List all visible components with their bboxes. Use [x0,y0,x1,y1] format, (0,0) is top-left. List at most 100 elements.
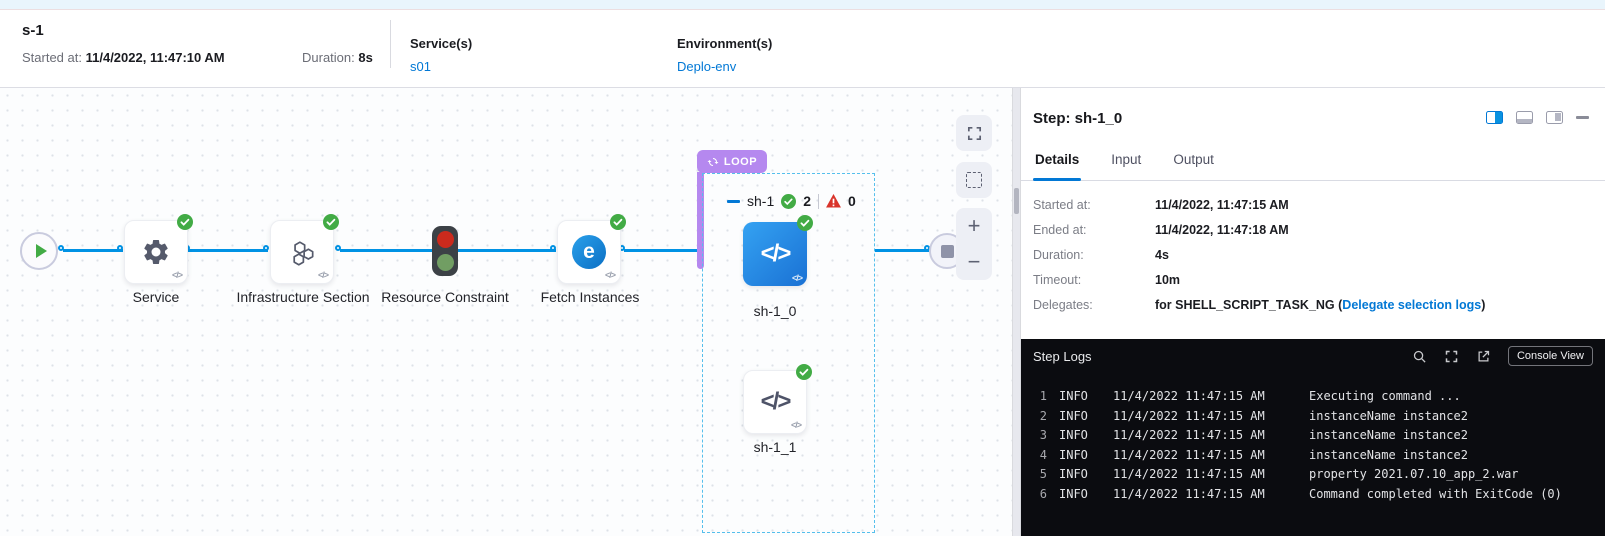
gear-icon [141,237,171,267]
step-details-list: Started at: 11/4/2022, 11:47:15 AM Ended… [1021,181,1605,339]
success-check-icon [610,214,626,230]
loop-badge-label: LOOP [724,156,757,168]
detail-row: Duration: 4s [1033,248,1591,262]
play-icon [36,244,47,258]
header-divider [390,20,391,68]
right-view-icon[interactable] [1546,111,1563,124]
success-check-icon [323,214,339,230]
node-label-sh-1-0: sh-1_0 [700,302,850,320]
fail-count: 0 [848,193,856,209]
node-resource-constraint[interactable] [432,226,458,276]
zoom-in-button[interactable]: + [956,208,992,244]
split-view-icon[interactable] [1486,111,1503,124]
step-logs-console[interactable]: 1INFO11/4/2022 11:47:15 AMExecuting comm… [1021,373,1605,536]
node-fetch-instances[interactable]: e </> [557,220,621,284]
detail-row: Ended at: 11/4/2022, 11:47:18 AM [1033,223,1591,237]
group-name: sh-1 [747,193,774,209]
shell-script-icon: </> [761,388,790,416]
pipeline-canvas[interactable]: </> Service </> Infrastructure Section R… [0,88,1012,536]
traffic-light-red [437,231,454,248]
conditional-execution-icon: </> [318,270,328,280]
duration: Duration: 8s [302,50,373,65]
log-line: 4INFO11/4/2022 11:47:15 AMinstanceName i… [1033,446,1597,466]
loop-badge[interactable]: LOOP [697,150,767,173]
node-label-infrastructure: Infrastructure Section [228,288,378,306]
environments-label: Environment(s) [677,36,772,51]
zoom-controls: + − [956,208,992,280]
conditional-execution-icon: </> [172,270,182,280]
started-at-label: Started at: [22,50,82,65]
log-line: 2INFO11/4/2022 11:47:15 AMinstanceName i… [1033,407,1597,427]
minimize-panel-icon[interactable] [1576,116,1589,119]
expand-logs-button[interactable] [1444,349,1459,364]
conditional-execution-icon: </> [791,420,801,430]
success-check-icon [781,194,796,209]
node-label-service: Service [81,288,231,306]
open-logs-new-tab-button[interactable] [1476,349,1491,364]
edge [63,249,123,252]
delegates-prefix: for SHELL_SCRIPT_TASK_NG ( [1155,298,1342,312]
collapse-group-button[interactable] [727,200,740,203]
edge [458,249,556,252]
delegate-selection-logs-link[interactable]: Delegate selection logs [1342,298,1481,312]
success-count: 2 [803,193,811,209]
node-label-fetch-instances: Fetch Instances [515,288,665,306]
step-tabs: Details Input Output [1021,152,1605,181]
start-node[interactable] [20,232,58,270]
started-at: Started at: 11/4/2022, 11:47:10 AM [22,50,225,65]
detail-row: Timeout: 10m [1033,273,1591,287]
traffic-light-green [437,254,454,271]
environments-block: Environment(s) Deplo-env [677,36,772,74]
node-label-sh-1-1: sh-1_1 [700,438,850,456]
log-line: 1INFO11/4/2022 11:47:15 AMExecuting comm… [1033,387,1597,407]
panel-resize-divider[interactable] [1012,88,1021,536]
log-line: 5INFO11/4/2022 11:47:15 AMproperty 2021.… [1033,465,1597,485]
top-accent-strip [0,0,1605,10]
delegates-suffix: ) [1481,298,1485,312]
duration-label: Duration: [302,50,355,65]
console-view-button[interactable]: Console View [1508,346,1593,366]
fullscreen-icon [1444,349,1459,364]
edge [624,249,702,252]
panel-layout-controls [1486,111,1589,124]
node-sh-1-1[interactable]: </> </> [743,370,807,434]
execution-header: s-1 Started at: 11/4/2022, 11:47:10 AM D… [0,10,1605,88]
fullscreen-icon [966,125,983,142]
conditional-execution-icon: </> [792,273,802,283]
stop-icon [941,245,954,258]
selection-mode-button[interactable] [956,162,992,198]
step-logs-header: Step Logs Console View [1021,339,1605,373]
fetch-instances-icon: e [572,235,606,269]
environment-link[interactable]: Deplo-env [677,59,736,74]
connector-dot [550,245,556,251]
search-logs-button[interactable] [1412,349,1427,364]
duration-value: 8s [358,50,372,65]
resize-handle[interactable] [1014,188,1019,214]
shell-script-icon: </> [761,240,790,268]
pipeline-name: s-1 [22,22,44,39]
connector-dot [117,245,123,251]
marquee-icon [966,172,982,188]
node-service[interactable]: </> [124,220,188,284]
conditional-execution-icon: </> [605,270,615,280]
log-line: 6INFO11/4/2022 11:47:15 AMCommand comple… [1033,485,1597,505]
edge [875,249,929,252]
connector-dot [263,245,269,251]
loop-group-header: sh-1 2 0 [727,192,856,210]
connector-dot [335,245,341,251]
zoom-out-button[interactable]: − [956,244,992,280]
log-line: 3INFO11/4/2022 11:47:15 AMinstanceName i… [1033,426,1597,446]
edge [188,249,268,252]
tab-input[interactable]: Input [1109,152,1143,180]
tab-output[interactable]: Output [1171,152,1216,180]
services-block: Service(s) s01 [410,36,472,74]
service-link[interactable]: s01 [410,59,431,74]
external-link-icon [1476,349,1491,364]
node-infrastructure[interactable]: </> [270,220,334,284]
node-sh-1-0[interactable]: </> </> [743,222,807,286]
search-icon [1412,349,1427,364]
success-check-icon [177,214,193,230]
fullscreen-canvas-button[interactable] [956,115,992,151]
tab-details[interactable]: Details [1033,152,1081,180]
bottom-view-icon[interactable] [1516,111,1533,124]
